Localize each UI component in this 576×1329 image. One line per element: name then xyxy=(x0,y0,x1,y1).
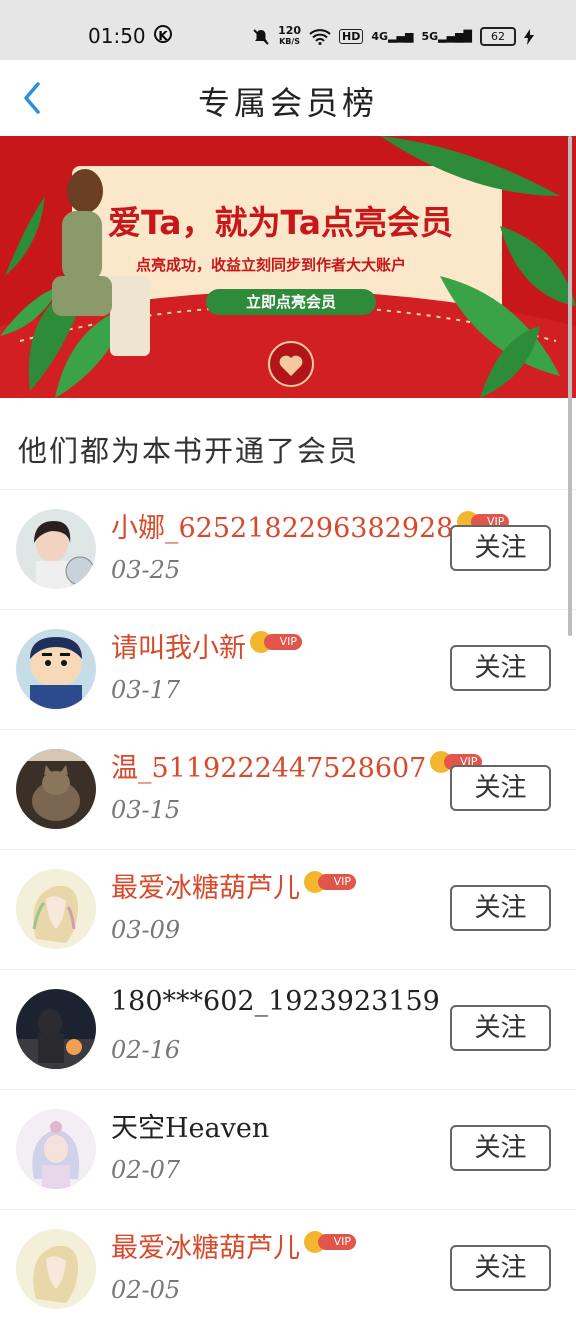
member-name[interactable]: 天空Heaven xyxy=(111,1106,269,1145)
mute-bell-icon xyxy=(253,28,269,45)
member-name-text: 请叫我小新 xyxy=(111,633,246,664)
follow-button[interactable]: 关注 xyxy=(450,885,551,931)
status-bar: 01:50 K 120 KB/S HD 4G▂▄▆ 5G▂▄▆█ 62 xyxy=(0,0,576,60)
scrollbar[interactable] xyxy=(568,136,572,636)
banner-subline: 点亮成功，收益立刻同步到作者大大账户 xyxy=(136,256,407,274)
avatar[interactable] xyxy=(16,629,96,709)
list-item[interactable]: 天空Heaven 02-07 关注 xyxy=(0,1089,576,1209)
status-icons: 120 KB/S HD 4G▂▄▆ 5G▂▄▆█ 62 xyxy=(252,24,534,47)
member-date: 03-25 xyxy=(111,556,181,584)
page-title: 专属会员榜 xyxy=(197,84,378,122)
avatar[interactable] xyxy=(16,1229,96,1309)
member-date: 03-09 xyxy=(111,916,181,944)
member-name-text: 小娜_6252182296382928 xyxy=(111,513,454,544)
member-name-text: 180***602_1923923159 xyxy=(111,986,440,1017)
network-speed: 120 KB/S xyxy=(278,24,302,47)
member-date: 02-16 xyxy=(111,1036,181,1064)
net1-label: 4G xyxy=(371,30,389,43)
member-name-text: 温_5119222447528607 xyxy=(111,753,427,784)
follow-button[interactable]: 关注 xyxy=(450,1125,551,1171)
member-name[interactable]: 温_5119222447528607 VIP xyxy=(111,746,484,785)
avatar[interactable] xyxy=(16,749,96,829)
member-name-text: 天空Heaven xyxy=(111,1113,270,1144)
wifi-icon xyxy=(309,28,331,45)
status-time: 01:50 xyxy=(88,24,146,48)
member-name-text: 最爱冰糖葫芦儿 xyxy=(111,1233,300,1264)
battery-icon: 62 xyxy=(480,27,516,46)
section-heading: 他们都为本书开通了会员 xyxy=(18,434,360,468)
top-nav-bar: 专属会员榜 xyxy=(0,60,576,136)
vip-badge: VIP xyxy=(304,870,358,893)
follow-button[interactable]: 关注 xyxy=(450,765,551,811)
signal-5g-icon: 5G▂▄▆█ xyxy=(421,30,472,43)
list-item[interactable]: 小娜_6252182296382928 VIP 03-25 关注 xyxy=(0,489,576,609)
charging-bolt-icon xyxy=(524,28,534,45)
list-item[interactable]: 180***602_1923923159 02-16 关注 xyxy=(0,969,576,1089)
vip-label: VIP xyxy=(318,873,356,890)
member-name[interactable]: 最爱冰糖葫芦儿 VIP xyxy=(111,1226,358,1265)
speed-unit: KB/S xyxy=(279,37,301,46)
member-date: 02-07 xyxy=(111,1156,181,1184)
member-list: 小娜_6252182296382928 VIP 03-25 关注 请叫我小新 VIP… xyxy=(0,489,576,1329)
vip-label: VIP xyxy=(318,1233,356,1250)
vip-badge: VIP xyxy=(304,1230,358,1253)
member-date: 03-15 xyxy=(111,796,181,824)
vip-label: VIP xyxy=(264,633,302,650)
list-item[interactable]: 最爱冰糖葫芦儿 VIP 03-09 关注 xyxy=(0,849,576,969)
member-name[interactable]: 最爱冰糖葫芦儿 VIP xyxy=(111,866,358,905)
banner-cta-button[interactable]: 立即点亮会员 xyxy=(206,289,376,315)
net2-label: 5G xyxy=(421,30,439,43)
follow-button[interactable]: 关注 xyxy=(450,1245,551,1291)
banner-headline: 爱Ta，就为Ta点亮会员 xyxy=(108,203,454,242)
list-item[interactable]: 请叫我小新 VIP 03-17 关注 xyxy=(0,609,576,729)
hd-icon: HD xyxy=(339,29,364,44)
avatar[interactable] xyxy=(16,869,96,949)
avatar[interactable] xyxy=(16,989,96,1069)
signal-4g-icon: 4G▂▄▆ xyxy=(371,30,414,43)
avatar[interactable] xyxy=(16,509,96,589)
avatar[interactable] xyxy=(16,1109,96,1189)
list-item[interactable]: 温_5119222447528607 VIP 03-15 关注 xyxy=(0,729,576,849)
member-date: 02-05 xyxy=(111,1276,181,1304)
list-item[interactable]: 最爱冰糖葫芦儿 VIP 02-05 关注 xyxy=(0,1209,576,1329)
member-name[interactable]: 请叫我小新 VIP xyxy=(111,626,304,665)
follow-button[interactable]: 关注 xyxy=(450,525,551,571)
member-date: 03-17 xyxy=(111,676,181,704)
member-name-text: 最爱冰糖葫芦儿 xyxy=(111,873,300,904)
member-name[interactable]: 180***602_1923923159 xyxy=(111,986,440,1017)
k-app-icon: K xyxy=(154,25,172,43)
promo-banner[interactable]: 爱Ta，就为Ta点亮会员 点亮成功，收益立刻同步到作者大大账户 立即点亮会员 xyxy=(0,136,576,398)
follow-button[interactable]: 关注 xyxy=(450,645,551,691)
speed-value: 120 xyxy=(278,24,302,37)
vip-badge: VIP xyxy=(250,630,304,653)
follow-button[interactable]: 关注 xyxy=(450,1005,551,1051)
